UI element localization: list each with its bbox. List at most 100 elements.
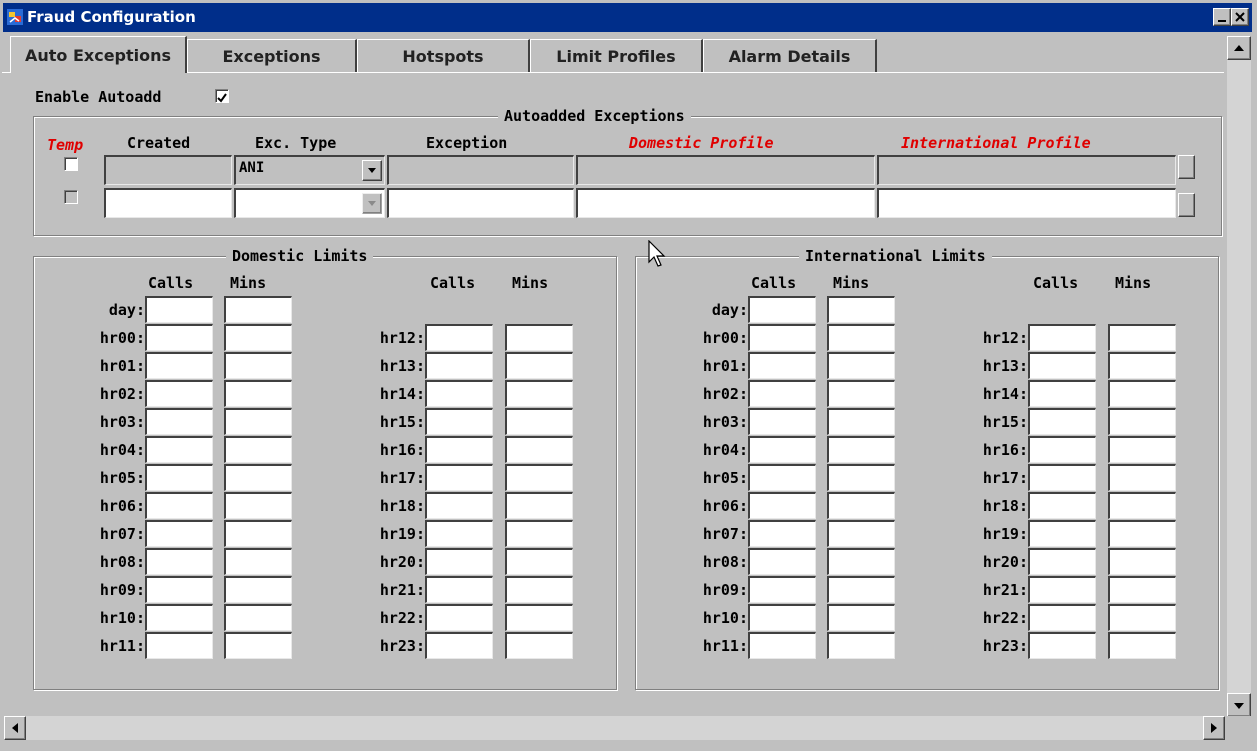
hour-mins-field[interactable] (224, 520, 292, 547)
hour-calls-field[interactable] (748, 576, 816, 603)
hour-calls-field[interactable] (748, 492, 816, 519)
hour-mins-field[interactable] (505, 380, 573, 407)
hour-calls-field[interactable] (425, 436, 493, 463)
hour-calls-field[interactable] (1028, 324, 1096, 351)
hour-mins-field[interactable] (1108, 464, 1176, 491)
scroll-down-button[interactable] (1227, 693, 1251, 717)
hour-mins-field[interactable] (1108, 492, 1176, 519)
title-bar[interactable]: Fraud Configuration (3, 3, 1252, 32)
temp-checkbox[interactable] (64, 157, 78, 171)
horizontal-scroll-track[interactable] (26, 716, 1203, 740)
tab-auto-exceptions[interactable]: Auto Exceptions (10, 36, 187, 73)
hour-mins-field[interactable] (224, 604, 292, 631)
hour-calls-field[interactable] (425, 576, 493, 603)
hour-calls-field[interactable] (145, 492, 213, 519)
tab-limit-profiles[interactable]: Limit Profiles (530, 39, 703, 72)
exception-field[interactable] (387, 188, 574, 218)
hour-mins-field[interactable] (505, 604, 573, 631)
hour-calls-field[interactable] (145, 408, 213, 435)
hour-calls-field[interactable] (425, 604, 493, 631)
international-profile-field[interactable] (877, 188, 1176, 218)
hour-calls-field[interactable] (748, 324, 816, 351)
hour-calls-field[interactable] (748, 520, 816, 547)
hour-calls-field[interactable] (1028, 604, 1096, 631)
exception-field[interactable] (387, 155, 574, 185)
hour-calls-field[interactable] (145, 324, 213, 351)
domestic-profile-field[interactable] (576, 155, 875, 185)
tab-exceptions[interactable]: Exceptions (187, 39, 357, 72)
hour-calls-field[interactable] (425, 632, 493, 659)
rows-scroll-track[interactable] (1178, 179, 1195, 193)
domestic-profile-field[interactable] (576, 188, 875, 218)
hour-mins-field[interactable] (505, 436, 573, 463)
hour-mins-field[interactable] (224, 576, 292, 603)
hour-mins-field[interactable] (1108, 408, 1176, 435)
hour-calls-field[interactable] (145, 436, 213, 463)
hour-calls-field[interactable] (748, 408, 816, 435)
hour-calls-field[interactable] (145, 632, 213, 659)
hour-mins-field[interactable] (505, 632, 573, 659)
hour-calls-field[interactable] (145, 380, 213, 407)
hour-mins-field[interactable] (1108, 520, 1176, 547)
hour-calls-field[interactable] (145, 464, 213, 491)
hour-calls-field[interactable] (1028, 492, 1096, 519)
hour-mins-field[interactable] (505, 520, 573, 547)
hour-calls-field[interactable] (748, 436, 816, 463)
hour-mins-field[interactable] (1108, 604, 1176, 631)
close-button[interactable] (1231, 8, 1249, 26)
hour-mins-field[interactable] (1108, 436, 1176, 463)
hour-mins-field[interactable] (1108, 632, 1176, 659)
hour-calls-field[interactable] (1028, 576, 1096, 603)
hour-calls-field[interactable] (1028, 548, 1096, 575)
hour-mins-field[interactable] (224, 548, 292, 575)
hour-mins-field[interactable] (827, 352, 895, 379)
hour-mins-field[interactable] (505, 352, 573, 379)
hour-mins-field[interactable] (827, 324, 895, 351)
hour-mins-field[interactable] (505, 576, 573, 603)
hour-calls-field[interactable] (425, 464, 493, 491)
hour-mins-field[interactable] (827, 632, 895, 659)
tab-alarm-details[interactable]: Alarm Details (703, 39, 877, 72)
created-field[interactable] (104, 155, 232, 185)
hour-mins-field[interactable] (827, 380, 895, 407)
hour-mins-field[interactable] (224, 352, 292, 379)
hour-calls-field[interactable] (1028, 464, 1096, 491)
tab-hotspots[interactable]: Hotspots (357, 39, 530, 72)
hour-calls-field[interactable] (748, 464, 816, 491)
hour-calls-field[interactable] (748, 352, 816, 379)
hour-calls-field[interactable] (425, 380, 493, 407)
day-calls-field[interactable] (145, 296, 213, 323)
temp-checkbox[interactable] (64, 190, 78, 204)
hour-mins-field[interactable] (505, 408, 573, 435)
hour-calls-field[interactable] (145, 548, 213, 575)
hour-calls-field[interactable] (1028, 352, 1096, 379)
rows-scroll-up-button[interactable] (1178, 155, 1195, 179)
hour-calls-field[interactable] (145, 520, 213, 547)
day-mins-field[interactable] (224, 296, 292, 323)
hour-calls-field[interactable] (145, 352, 213, 379)
day-calls-field[interactable] (748, 296, 816, 323)
hour-calls-field[interactable] (748, 632, 816, 659)
hour-calls-field[interactable] (145, 576, 213, 603)
hour-calls-field[interactable] (145, 604, 213, 631)
rows-scroll-down-button[interactable] (1178, 193, 1195, 217)
international-profile-field[interactable] (877, 155, 1176, 185)
hour-calls-field[interactable] (748, 548, 816, 575)
exc-type-dropdown-button[interactable] (362, 193, 382, 214)
hour-calls-field[interactable] (425, 492, 493, 519)
hour-mins-field[interactable] (1108, 352, 1176, 379)
created-field[interactable] (104, 188, 232, 218)
hour-mins-field[interactable] (1108, 548, 1176, 575)
scroll-up-button[interactable] (1227, 36, 1251, 60)
hour-calls-field[interactable] (748, 380, 816, 407)
hour-mins-field[interactable] (224, 436, 292, 463)
hour-calls-field[interactable] (425, 548, 493, 575)
enable-autoadd-checkbox[interactable] (215, 89, 229, 103)
scroll-left-button[interactable] (4, 716, 26, 740)
hour-calls-field[interactable] (1028, 408, 1096, 435)
hour-calls-field[interactable] (425, 324, 493, 351)
hour-calls-field[interactable] (425, 352, 493, 379)
hour-mins-field[interactable] (505, 324, 573, 351)
hour-calls-field[interactable] (1028, 380, 1096, 407)
hour-mins-field[interactable] (827, 436, 895, 463)
